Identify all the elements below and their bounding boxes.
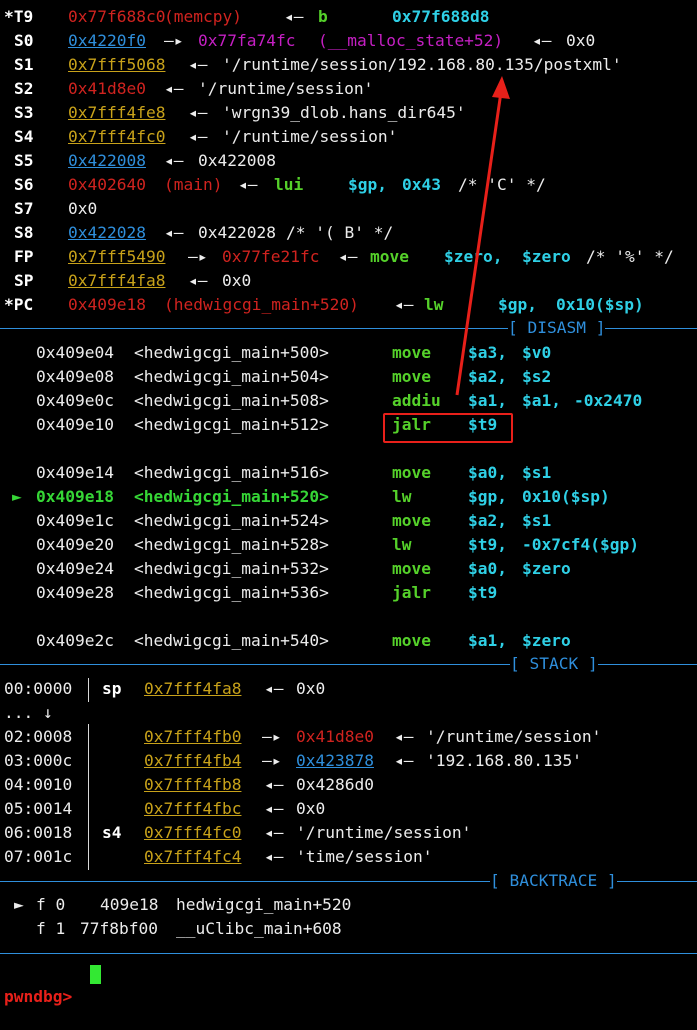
- pointer-target-link[interactable]: 0x423878: [296, 750, 374, 772]
- stack-divider: [88, 724, 89, 870]
- stack-offset: 06:0018: [4, 823, 73, 842]
- deref-string: '/runtime/session': [426, 727, 602, 746]
- stack-address-link[interactable]: 0x7fff4fc4: [144, 846, 241, 868]
- pointer-arrow: —▸: [262, 727, 282, 746]
- stack-address-link[interactable]: 0x7fff4fa8: [144, 678, 241, 700]
- stack-register: sp: [102, 679, 122, 698]
- backtrace-separator: [ BACKTRACE ]: [0, 870, 697, 892]
- backtrace-section-title: [ BACKTRACE ]: [490, 870, 617, 892]
- stack-offset: 00:0000: [4, 679, 73, 698]
- stack-offset: 03:000c: [4, 751, 73, 770]
- stack-offset: 02:0008: [4, 727, 73, 746]
- terminal-cursor[interactable]: [90, 965, 101, 984]
- deref-arrow: ◂—: [264, 847, 284, 866]
- command-prompt-line[interactable]: pwndbg>: [0, 964, 101, 1006]
- deref-arrow: ◂—: [264, 823, 284, 842]
- deref-arrow: ◂—: [264, 775, 284, 794]
- pointer-arrow: —▸: [262, 751, 282, 770]
- prompt-label: pwndbg>: [4, 987, 73, 1006]
- deref-value: 0x4286d0: [296, 775, 374, 794]
- deref-string: 'time/session': [296, 847, 433, 866]
- deref-arrow: ◂—: [264, 799, 284, 818]
- stack-offset: 07:001c: [4, 847, 73, 866]
- deref-arrow: ◂—: [264, 679, 284, 698]
- stack-register: s4: [102, 823, 122, 842]
- stack-offset: 05:0014: [4, 799, 73, 818]
- deref-value: 0x0: [296, 679, 326, 698]
- stack-address-link[interactable]: 0x7fff4fc0: [144, 822, 241, 844]
- deref-string: '/runtime/session': [296, 823, 472, 842]
- stack-address-link[interactable]: 0x7fff4fb0: [144, 726, 241, 748]
- current-frame-marker: ►: [14, 895, 24, 914]
- prompt-separator: [0, 942, 697, 964]
- frame-symbol: __uClibc_main+608: [176, 919, 342, 938]
- frame-index: f 1: [36, 919, 66, 938]
- stack-section-title: [ STACK ]: [510, 653, 598, 675]
- stack-divider: [88, 678, 89, 702]
- stack-address-link[interactable]: 0x7fff4fb8: [144, 774, 241, 796]
- frame-index: f 0: [36, 895, 66, 914]
- frame-address: 77f8bf00: [80, 919, 158, 938]
- frame-address: 409e18: [100, 895, 159, 914]
- deref-arrow: ◂—: [394, 751, 414, 770]
- stack-separator: [ STACK ]: [0, 653, 697, 675]
- stack-offset: 04:0010: [4, 775, 73, 794]
- stack-skip-indicator: ... ↓: [4, 703, 53, 722]
- deref-string: '192.168.80.135': [426, 751, 582, 770]
- frame-symbol: hedwigcgi_main+520: [176, 895, 352, 914]
- stack-address-link[interactable]: 0x7fff4fbc: [144, 798, 241, 820]
- pointer-target: 0x41d8e0: [296, 727, 374, 746]
- deref-arrow: ◂—: [394, 727, 414, 746]
- deref-value: 0x0: [296, 799, 326, 818]
- stack-address-link[interactable]: 0x7fff4fb4: [144, 750, 241, 772]
